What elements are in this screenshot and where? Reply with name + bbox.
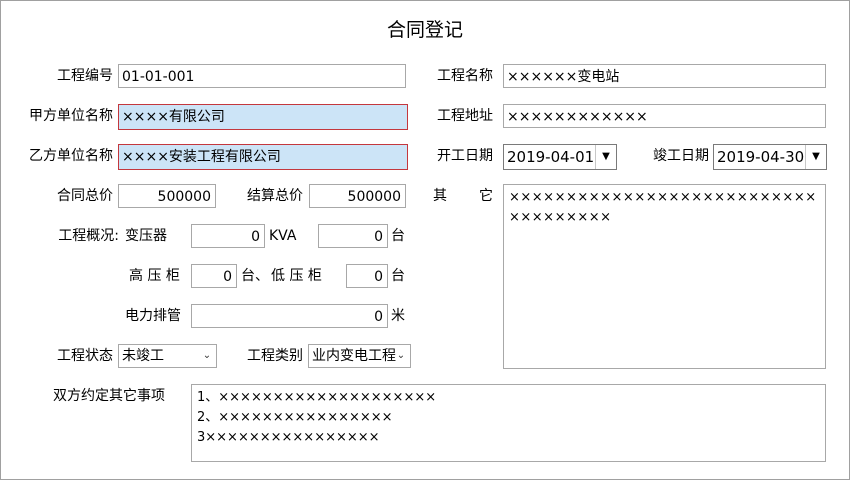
agreement-line: 2、×××××××××××××××× — [197, 410, 393, 425]
hv-cabinet-unit: 台、 — [241, 268, 269, 284]
hv-cabinet-label: 高 压 柜 — [129, 268, 180, 284]
overview-label: 工程概况: — [58, 228, 119, 244]
status-select[interactable]: 未竣工 ⌄ — [118, 344, 217, 368]
other-label-b: 它 — [479, 188, 493, 204]
contract-total-input[interactable]: 500000 — [118, 184, 216, 208]
project-name-label: 工程名称 — [437, 68, 493, 84]
start-date-picker[interactable]: 2019-04-01 ▼ — [503, 144, 617, 170]
project-no-input[interactable]: 01-01-001 — [118, 64, 406, 88]
lv-cabinet-unit: 台 — [391, 268, 405, 284]
settlement-total-input[interactable]: 500000 — [309, 184, 406, 208]
category-label: 工程类别 — [247, 348, 303, 364]
agreement-label: 双方约定其它事项 — [53, 388, 165, 404]
project-name-input[interactable]: ××××××变电站 — [503, 64, 826, 88]
agreement-line: 3×××××××××××××××× — [197, 430, 380, 445]
transformer-count-input[interactable]: 0 — [318, 224, 388, 248]
power-pipe-label: 电力排管 — [125, 308, 181, 324]
kva-unit-label: KVA — [269, 228, 297, 244]
window-title: 合同登记 — [386, 19, 463, 41]
status-value: 未竣工 — [122, 348, 164, 364]
project-address-label: 工程地址 — [437, 108, 493, 124]
party-a-input[interactable]: ××××有限公司 — [118, 104, 408, 130]
contract-registration-window: 合同登记 工程编号 01-01-001 工程名称 ××××××变电站 甲方单位名… — [0, 0, 850, 480]
transformer-kva-input[interactable]: 0 — [191, 224, 265, 248]
project-no-label: 工程编号 — [57, 68, 113, 84]
other-textarea[interactable]: ×××××××××××××××××××××××××××××××××××× — [503, 184, 826, 369]
status-label: 工程状态 — [57, 348, 113, 364]
category-select[interactable]: 业内变电工程 ⌄ — [308, 344, 411, 368]
end-date-label: 竣工日期 — [653, 148, 709, 164]
chevron-down-icon[interactable]: ▼ — [805, 145, 826, 169]
chevron-down-icon[interactable]: ⌄ — [392, 345, 410, 367]
agreement-line: 1、×××××××××××××××××××× — [197, 390, 437, 405]
transformer-count-unit: 台 — [391, 228, 405, 244]
chevron-down-icon[interactable]: ⌄ — [198, 345, 216, 367]
start-date-label: 开工日期 — [437, 148, 493, 164]
party-b-label: 乙方单位名称 — [29, 148, 113, 164]
start-date-value: 2019-04-01 — [507, 148, 595, 166]
party-a-label: 甲方单位名称 — [29, 108, 113, 124]
settlement-total-label: 结算总价 — [247, 188, 303, 204]
contract-total-label: 合同总价 — [57, 188, 113, 204]
category-value: 业内变电工程 — [312, 348, 396, 364]
project-address-input[interactable]: ×××××××××××× — [503, 104, 826, 128]
lv-cabinet-label: 低 压 柜 — [271, 268, 322, 284]
agreement-textarea[interactable]: 1、×××××××××××××××××××× 2、×××××××××××××××… — [191, 384, 826, 462]
end-date-value: 2019-04-30 — [717, 148, 805, 166]
chevron-down-icon[interactable]: ▼ — [595, 145, 616, 169]
power-pipe-input[interactable]: 0 — [191, 304, 388, 328]
end-date-picker[interactable]: 2019-04-30 ▼ — [713, 144, 827, 170]
party-b-input[interactable]: ××××安装工程有限公司 — [118, 144, 408, 170]
lv-cabinet-input[interactable]: 0 — [346, 264, 388, 288]
other-label-a: 其 — [433, 188, 447, 204]
power-pipe-unit: 米 — [391, 308, 405, 324]
transformer-label: 变压器 — [125, 228, 167, 244]
hv-cabinet-input[interactable]: 0 — [191, 264, 237, 288]
